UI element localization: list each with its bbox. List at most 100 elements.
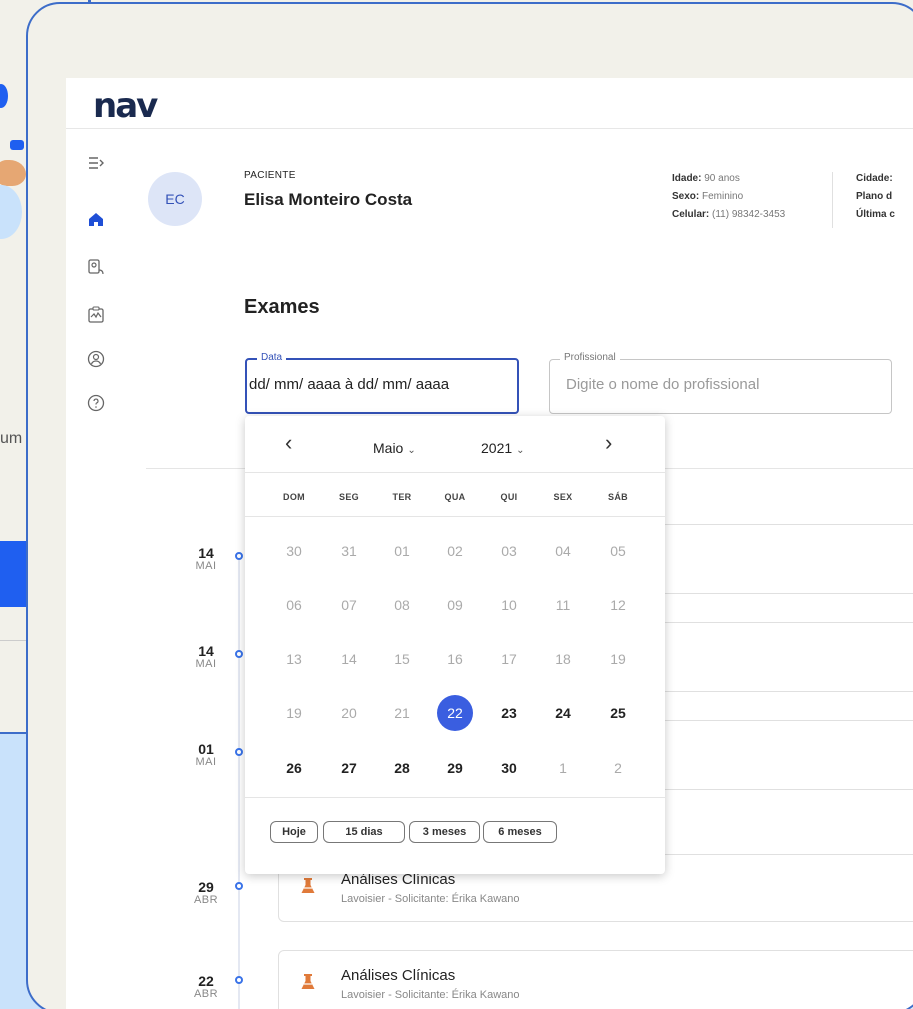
calendar-day[interactable]: 01 bbox=[384, 533, 420, 569]
calendar-day[interactable]: 24 bbox=[545, 695, 581, 731]
calendar-day[interactable]: 13 bbox=[276, 641, 312, 677]
timeline-date: 22 ABR bbox=[176, 974, 236, 1000]
calendar-day[interactable]: 16 bbox=[437, 641, 473, 677]
weekday-label: TER bbox=[392, 492, 412, 502]
calendar-day[interactable]: 10 bbox=[491, 587, 527, 623]
calendar-day[interactable]: 09 bbox=[437, 587, 473, 623]
month-select[interactable]: Maio ⌄ bbox=[373, 440, 416, 456]
calendar-day[interactable]: 20 bbox=[331, 695, 367, 731]
exam-subtitle: Lavoisier - Solicitante: Érika Kawano bbox=[341, 989, 520, 1001]
timeline-month: ABR bbox=[193, 988, 219, 1000]
next-month-button[interactable]: › bbox=[605, 430, 612, 456]
phone-label: Celular: bbox=[672, 209, 710, 220]
age-label: Idade: bbox=[672, 173, 702, 184]
calendar-day[interactable]: 19 bbox=[600, 641, 636, 677]
app-frame: nav EC PACIENTE Elisa Monteiro Costa Ida… bbox=[26, 2, 913, 1009]
flask-icon bbox=[301, 878, 315, 893]
calendar-day[interactable]: 25 bbox=[600, 695, 636, 731]
professional-field[interactable]: Profissional Digite o nome do profission… bbox=[549, 352, 892, 414]
profile-icon[interactable] bbox=[86, 350, 106, 370]
selected-day[interactable]: 22 bbox=[437, 695, 473, 731]
picker-divider bbox=[245, 797, 665, 798]
calendar-day[interactable]: 19 bbox=[276, 695, 312, 731]
date-range-field[interactable]: Data dd/ mm/ aaaa à dd/ mm/ aaaa bbox=[245, 352, 519, 414]
calendar-day[interactable]: 17 bbox=[491, 641, 527, 677]
calendar-day[interactable]: 08 bbox=[384, 587, 420, 623]
timeline-dot bbox=[235, 552, 243, 560]
patient-info: Idade: 90 anos Sexo: Feminino Celular: (… bbox=[672, 170, 785, 224]
home-icon[interactable] bbox=[86, 210, 106, 230]
shortcut-today-button[interactable]: Hoje bbox=[270, 821, 318, 843]
expand-menu-icon[interactable] bbox=[86, 154, 106, 174]
calendar-day[interactable]: 29 bbox=[437, 750, 473, 786]
info-divider bbox=[832, 172, 833, 228]
month-select-label: Maio bbox=[373, 440, 404, 456]
picker-divider bbox=[245, 472, 665, 473]
timeline-day: 14 bbox=[198, 643, 214, 659]
timeline-day: 29 bbox=[198, 879, 214, 895]
calendar-day[interactable]: 23 bbox=[491, 695, 527, 731]
date-range-input[interactable]: dd/ mm/ aaaa à dd/ mm/ aaaa bbox=[249, 376, 519, 393]
page-title: Exames bbox=[244, 296, 320, 318]
timeline-dot bbox=[235, 882, 243, 890]
background-text: um bbox=[0, 430, 23, 447]
background-button bbox=[0, 541, 28, 607]
professional-field-label: Profissional bbox=[560, 352, 620, 363]
calendar-day[interactable]: 30 bbox=[491, 750, 527, 786]
exam-card[interactable]: Análises Clínicas Lavoisier - Solicitant… bbox=[278, 950, 913, 1009]
calendar-day[interactable]: 07 bbox=[331, 587, 367, 623]
prev-month-button[interactable]: ‹ bbox=[285, 430, 292, 456]
timeline-month: MAI bbox=[195, 658, 217, 670]
help-icon[interactable] bbox=[86, 394, 106, 414]
plan-label: Plano d bbox=[856, 191, 893, 202]
date-field-label: Data bbox=[257, 352, 287, 363]
shortcut-15-days-button[interactable]: 15 dias bbox=[323, 821, 405, 843]
calendar-day[interactable]: 12 bbox=[600, 587, 636, 623]
timeline-day: 22 bbox=[198, 973, 214, 989]
calendar-day[interactable]: 06 bbox=[276, 587, 312, 623]
shortcut-6-months-button[interactable]: 6 meses bbox=[483, 821, 557, 843]
timeline-dot bbox=[235, 976, 243, 984]
calendar-day[interactable]: 04 bbox=[545, 533, 581, 569]
calendar-day[interactable]: 03 bbox=[491, 533, 527, 569]
age-value: 90 anos bbox=[704, 173, 740, 184]
nav-logo[interactable]: nav bbox=[93, 86, 158, 126]
calendar-day[interactable]: 21 bbox=[384, 695, 420, 731]
doctor-icon[interactable] bbox=[86, 258, 106, 278]
calendar-day[interactable]: 26 bbox=[276, 750, 312, 786]
avatar: EC bbox=[148, 172, 202, 226]
calendar-day[interactable]: 14 bbox=[331, 641, 367, 677]
calendar-day[interactable]: 27 bbox=[331, 750, 367, 786]
calendar-day[interactable]: 15 bbox=[384, 641, 420, 677]
weekday-label: DOM bbox=[283, 492, 305, 502]
calendar-day[interactable]: 31 bbox=[331, 533, 367, 569]
timeline-date: 14 MAI bbox=[176, 546, 236, 572]
date-picker: ‹ Maio ⌄ 2021 ⌄ › DOM SEG TER QUA QUI SEX SÁB 30… bbox=[245, 416, 665, 874]
chevron-down-icon: ⌄ bbox=[516, 445, 525, 456]
picker-divider bbox=[245, 516, 665, 517]
background-shape bbox=[10, 140, 24, 150]
calendar-day[interactable]: 02 bbox=[437, 533, 473, 569]
calendar-day[interactable]: 1 bbox=[545, 750, 581, 786]
timeline-date: 01 MAI bbox=[176, 742, 236, 768]
calendar-day[interactable]: 2 bbox=[600, 750, 636, 786]
weekday-label: SEG bbox=[339, 492, 359, 502]
sex-value: Feminino bbox=[702, 191, 744, 202]
year-select[interactable]: 2021 ⌄ bbox=[481, 440, 525, 456]
calendar-day[interactable]: 28 bbox=[384, 750, 420, 786]
shortcut-3-months-button[interactable]: 3 meses bbox=[409, 821, 480, 843]
year-select-label: 2021 bbox=[481, 440, 513, 456]
phone-value: (11) 98342-3453 bbox=[712, 209, 786, 220]
exams-icon[interactable] bbox=[86, 306, 106, 326]
exam-subtitle: Lavoisier - Solicitante: Érika Kawano bbox=[341, 893, 520, 905]
timeline-month: MAI bbox=[195, 560, 217, 572]
timeline-line bbox=[238, 556, 240, 1009]
calendar-day[interactable]: 30 bbox=[276, 533, 312, 569]
patient-info-extra: Cidade: Plano d Última c bbox=[856, 170, 895, 224]
calendar-day[interactable]: 11 bbox=[545, 587, 581, 623]
calendar-day[interactable]: 05 bbox=[600, 533, 636, 569]
timeline-dot bbox=[235, 748, 243, 756]
timeline-dot bbox=[235, 650, 243, 658]
professional-input[interactable]: Digite o nome do profissional bbox=[566, 376, 907, 393]
calendar-day[interactable]: 18 bbox=[545, 641, 581, 677]
